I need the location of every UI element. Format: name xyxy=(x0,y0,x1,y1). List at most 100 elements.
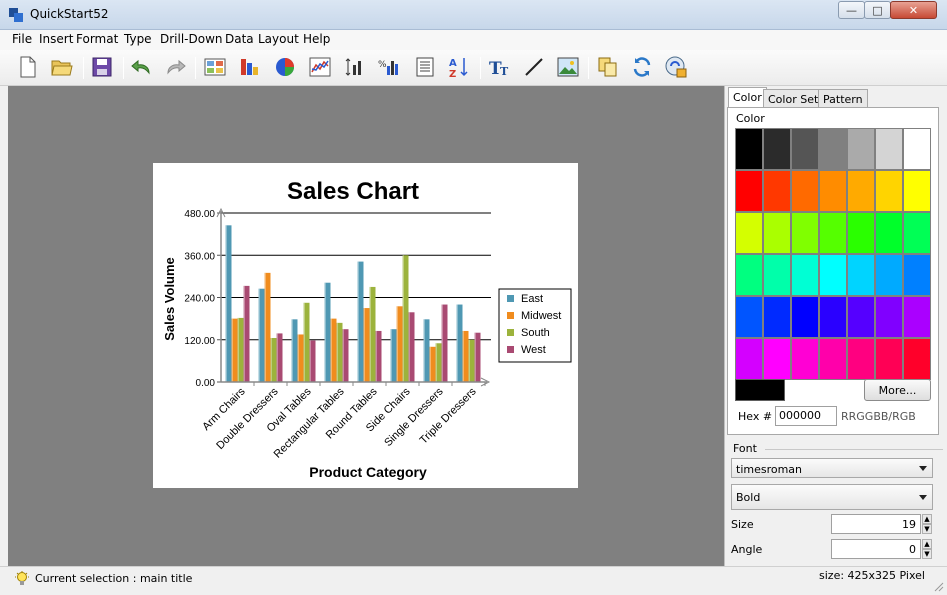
close-button[interactable]: ✕ xyxy=(890,1,937,19)
minimize-button[interactable]: — xyxy=(838,1,865,19)
color-swatch[interactable] xyxy=(820,213,846,253)
bar-highlight xyxy=(270,337,272,382)
color-swatch[interactable] xyxy=(764,129,790,169)
color-swatch[interactable] xyxy=(792,129,818,169)
chart-type-icon[interactable] xyxy=(203,55,227,79)
color-swatch[interactable] xyxy=(904,255,930,295)
increment-icon[interactable]: ▲ xyxy=(922,514,932,524)
save-icon[interactable] xyxy=(90,55,114,79)
color-swatch[interactable] xyxy=(764,213,790,253)
color-swatch[interactable] xyxy=(820,171,846,211)
menu-drill-down[interactable]: Drill-Down xyxy=(160,32,223,46)
color-swatch[interactable] xyxy=(848,297,874,337)
color-swatch[interactable] xyxy=(848,255,874,295)
toolbar: % AZ TT xyxy=(0,50,947,86)
hex-input[interactable]: 000000 xyxy=(775,406,837,426)
list-icon[interactable] xyxy=(413,55,437,79)
color-swatch[interactable] xyxy=(904,129,930,169)
color-swatch[interactable] xyxy=(904,297,930,337)
export-icon[interactable] xyxy=(664,55,688,79)
legend-swatch xyxy=(507,346,514,353)
color-swatch[interactable] xyxy=(792,171,818,211)
color-swatch[interactable] xyxy=(764,339,790,379)
increment-icon[interactable]: ▲ xyxy=(922,539,932,549)
color-swatch[interactable] xyxy=(876,339,902,379)
menu-type[interactable]: Type xyxy=(124,32,152,46)
chart-card[interactable]: Sales Chart Sales Volume Product Categor… xyxy=(153,163,578,488)
font-style-select[interactable]: Bold xyxy=(731,484,933,510)
size-input[interactable]: 19 xyxy=(831,514,921,534)
color-swatch[interactable] xyxy=(736,297,762,337)
color-swatch[interactable] xyxy=(820,339,846,379)
color-swatch[interactable] xyxy=(848,171,874,211)
refresh-icon[interactable] xyxy=(630,55,654,79)
resize-grip-icon[interactable] xyxy=(933,581,944,592)
menu-layout[interactable]: Layout xyxy=(258,32,299,46)
color-pie-icon[interactable] xyxy=(273,55,297,79)
menu-format[interactable]: Format xyxy=(76,32,118,46)
bar-highlight xyxy=(456,304,458,382)
svg-text:A: A xyxy=(449,58,457,69)
color-swatch[interactable] xyxy=(848,129,874,169)
color-swatch[interactable] xyxy=(904,213,930,253)
menu-bar: File Insert Format Type Drill-Down Data … xyxy=(0,30,947,50)
color-swatch[interactable] xyxy=(736,171,762,211)
color-swatch[interactable] xyxy=(876,297,902,337)
data-axis-icon[interactable] xyxy=(343,55,367,79)
color-swatch[interactable] xyxy=(848,339,874,379)
color-swatch[interactable] xyxy=(876,255,902,295)
color-swatch[interactable] xyxy=(904,171,930,211)
color-swatch[interactable] xyxy=(792,297,818,337)
tab-color-set[interactable]: Color Set xyxy=(763,89,824,108)
more-colors-button[interactable]: More... xyxy=(864,379,931,401)
decrement-icon[interactable]: ▼ xyxy=(922,524,932,534)
color-swatch[interactable] xyxy=(736,129,762,169)
color-swatch[interactable] xyxy=(876,213,902,253)
new-icon[interactable] xyxy=(16,55,40,79)
color-swatch[interactable] xyxy=(736,339,762,379)
chart-canvas: Sales Chart Sales Volume Product Categor… xyxy=(8,86,724,566)
color-swatch[interactable] xyxy=(736,213,762,253)
color-swatch[interactable] xyxy=(876,171,902,211)
angle-stepper[interactable]: ▲ ▼ xyxy=(922,539,932,559)
menu-data[interactable]: Data xyxy=(225,32,254,46)
color-swatch[interactable] xyxy=(764,255,790,295)
color-swatch[interactable] xyxy=(792,255,818,295)
bar-highlight xyxy=(441,304,443,382)
chart-bar-color-icon[interactable] xyxy=(238,55,262,79)
open-folder-icon[interactable] xyxy=(50,55,74,79)
color-swatch[interactable] xyxy=(820,297,846,337)
color-swatch[interactable] xyxy=(792,339,818,379)
color-swatch[interactable] xyxy=(876,129,902,169)
font-family-select[interactable]: timesroman xyxy=(731,458,933,478)
color-swatch[interactable] xyxy=(736,255,762,295)
copy-icon[interactable] xyxy=(596,55,620,79)
color-swatch[interactable] xyxy=(764,171,790,211)
menu-file[interactable]: File xyxy=(12,32,32,46)
sort-az-icon[interactable]: AZ xyxy=(447,55,471,79)
maximize-button[interactable]: □ xyxy=(864,1,891,19)
size-stepper[interactable]: ▲ ▼ xyxy=(922,514,932,534)
number-format-icon[interactable]: % xyxy=(378,55,402,79)
color-swatch[interactable] xyxy=(764,297,790,337)
redo-icon[interactable] xyxy=(163,55,187,79)
color-swatch[interactable] xyxy=(848,213,874,253)
color-swatch[interactable] xyxy=(904,339,930,379)
bars xyxy=(225,225,481,382)
menu-insert[interactable]: Insert xyxy=(39,32,73,46)
draw-line-icon[interactable] xyxy=(522,55,546,79)
bar-highlight xyxy=(357,261,359,382)
text-format-icon[interactable]: TT xyxy=(487,55,511,79)
menu-help[interactable]: Help xyxy=(303,32,330,46)
color-swatch[interactable] xyxy=(820,255,846,295)
undo-icon[interactable] xyxy=(130,55,154,79)
decrement-icon[interactable]: ▼ xyxy=(922,549,932,559)
tab-color[interactable]: Color xyxy=(728,87,767,108)
tab-pattern[interactable]: Pattern xyxy=(818,89,868,108)
color-swatch[interactable] xyxy=(820,129,846,169)
angle-input[interactable]: 0 xyxy=(831,539,921,559)
chart-title[interactable]: Sales Chart xyxy=(287,178,419,205)
insert-image-icon[interactable] xyxy=(556,55,580,79)
color-swatch[interactable] xyxy=(792,213,818,253)
line-chart-icon[interactable] xyxy=(308,55,332,79)
